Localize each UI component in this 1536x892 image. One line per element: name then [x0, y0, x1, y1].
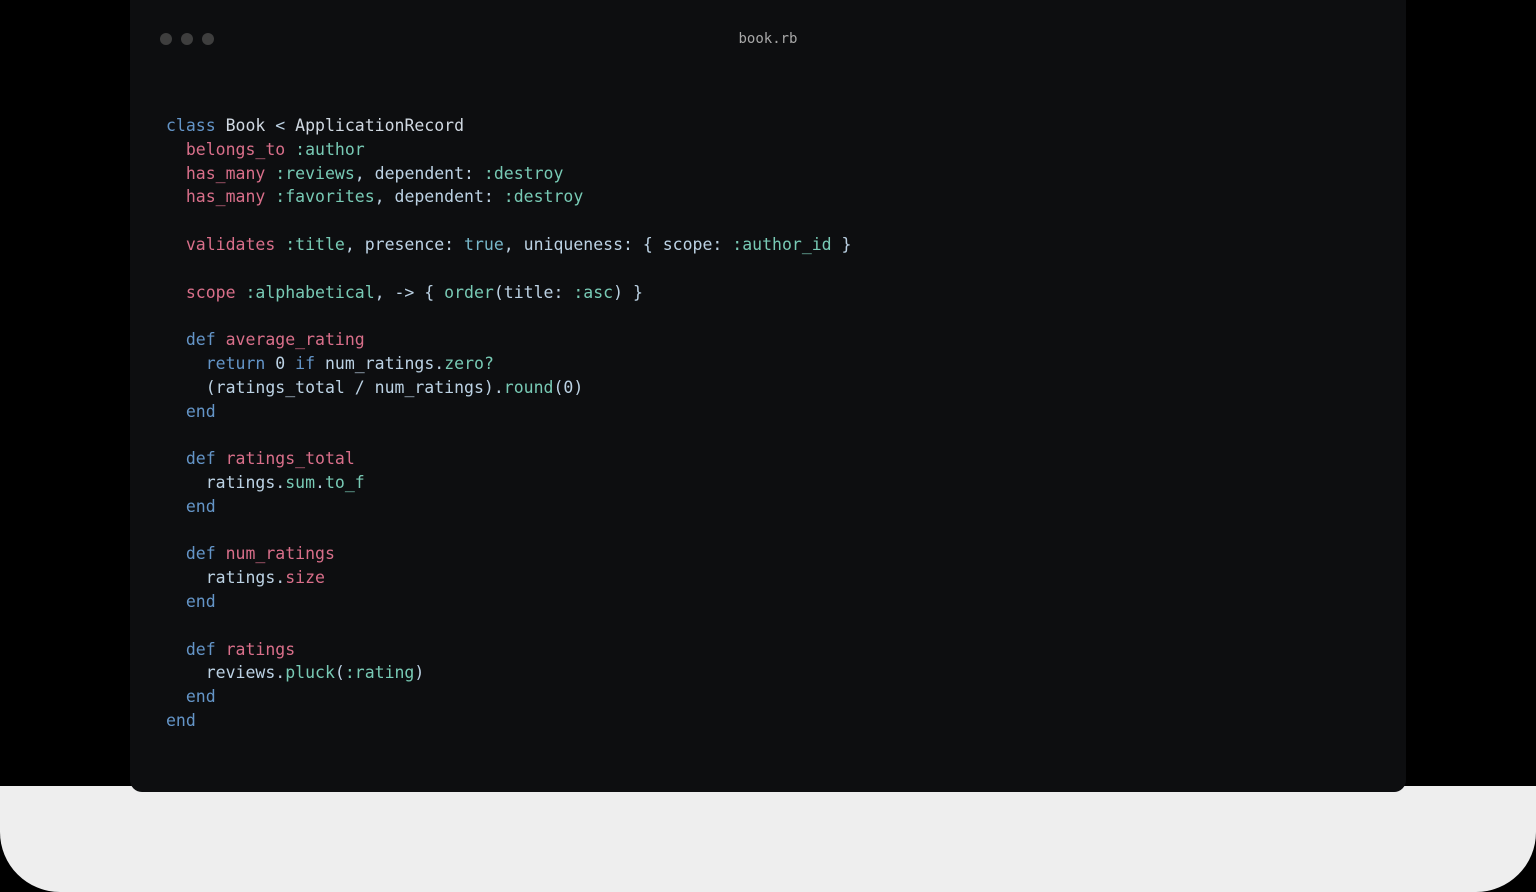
code-line: [166, 304, 1370, 328]
code-editor-window: book.rb class Book < ApplicationRecord b…: [130, 0, 1406, 792]
code-line: end: [166, 709, 1370, 733]
file-name: book.rb: [130, 31, 1406, 47]
laptop-base: [0, 786, 1536, 892]
code-line: end: [166, 590, 1370, 614]
code-line: class Book < ApplicationRecord: [166, 114, 1370, 138]
code-line: [166, 614, 1370, 638]
code-line: ratings.size: [166, 566, 1370, 590]
maximize-icon[interactable]: [202, 33, 214, 45]
code-line: end: [166, 685, 1370, 709]
code-line: has_many :reviews, dependent: :destroy: [166, 162, 1370, 186]
code-line: belongs_to :author: [166, 138, 1370, 162]
code-line: scope :alphabetical, -> { order(title: :…: [166, 281, 1370, 305]
code-line: def ratings: [166, 638, 1370, 662]
code-line: [166, 519, 1370, 543]
code-line: [166, 257, 1370, 281]
code-line: end: [166, 400, 1370, 424]
code-line: (ratings_total / num_ratings).round(0): [166, 376, 1370, 400]
code-content[interactable]: class Book < ApplicationRecord belongs_t…: [130, 78, 1406, 769]
code-line: [166, 209, 1370, 233]
code-line: return 0 if num_ratings.zero?: [166, 352, 1370, 376]
code-line: def num_ratings: [166, 542, 1370, 566]
minimize-icon[interactable]: [181, 33, 193, 45]
code-line: def average_rating: [166, 328, 1370, 352]
code-line: validates :title, presence: true, unique…: [166, 233, 1370, 257]
code-line: ratings.sum.to_f: [166, 471, 1370, 495]
window-controls: [160, 33, 214, 45]
close-icon[interactable]: [160, 33, 172, 45]
code-line: has_many :favorites, dependent: :destroy: [166, 185, 1370, 209]
code-line: reviews.pluck(:rating): [166, 661, 1370, 685]
code-line: def ratings_total: [166, 447, 1370, 471]
code-line: [166, 423, 1370, 447]
code-line: end: [166, 495, 1370, 519]
titlebar: book.rb: [130, 0, 1406, 78]
